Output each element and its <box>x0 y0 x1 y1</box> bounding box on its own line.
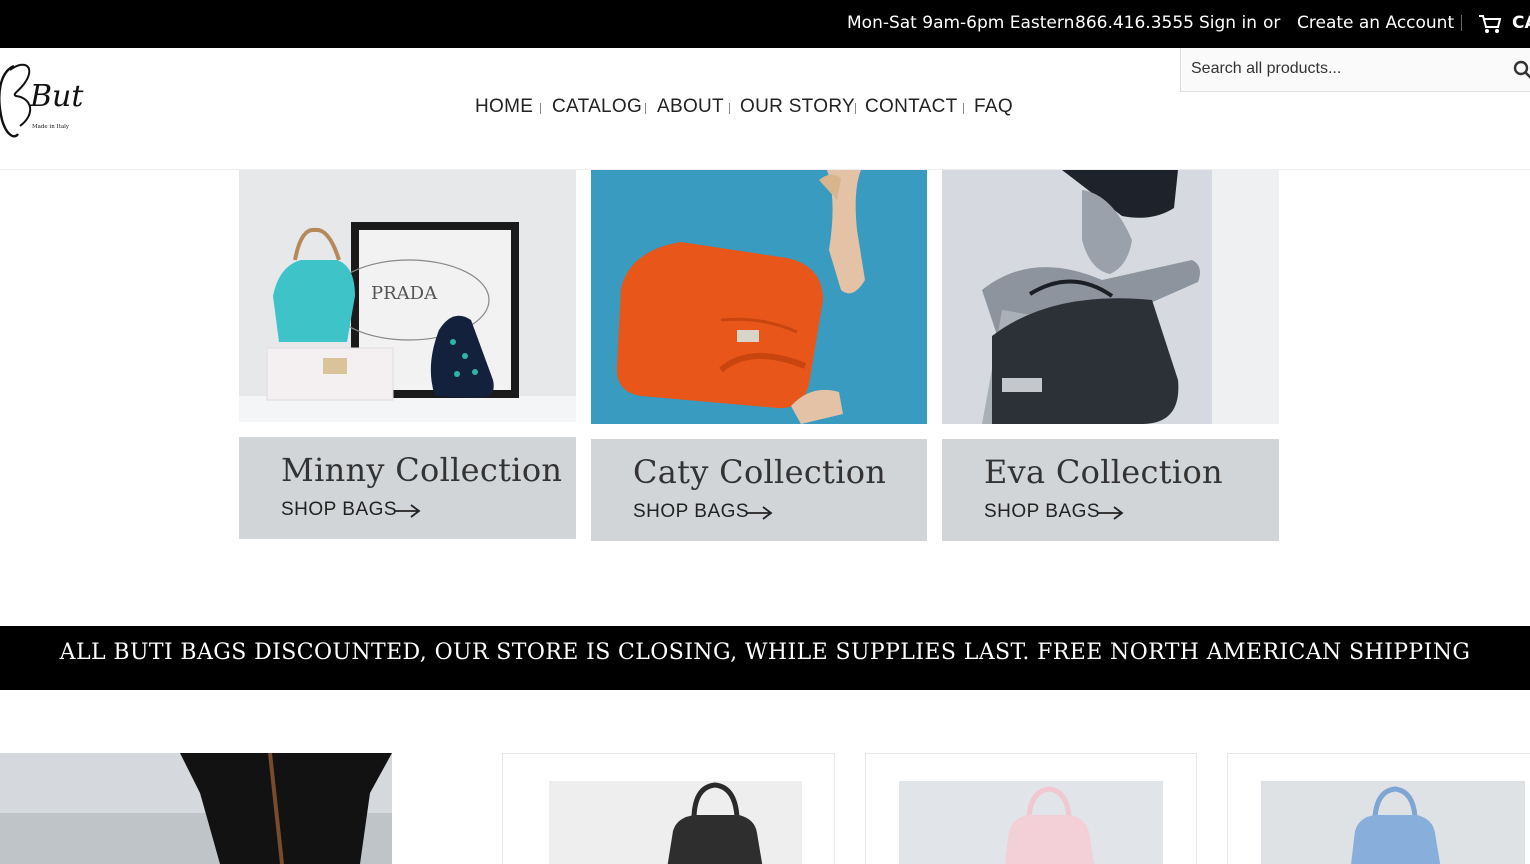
topbar-divider <box>1461 15 1462 31</box>
minny-collection-card[interactable]: Minny Collection SHOP BAGS <box>239 437 576 539</box>
nav-our-story[interactable]: OUR STORY <box>740 96 855 118</box>
nav-home[interactable]: HOME <box>475 96 533 118</box>
caty-photo <box>591 170 927 424</box>
eva-photo <box>942 170 1279 424</box>
nav-catalog[interactable]: CATALOG <box>552 96 642 118</box>
nav-divider <box>729 103 730 114</box>
product-card[interactable] <box>502 753 835 864</box>
arrow-right-icon <box>1097 506 1124 520</box>
nav-about[interactable]: ABOUT <box>657 96 724 118</box>
product-card[interactable] <box>1227 753 1530 864</box>
pink-bag-photo <box>899 781 1163 864</box>
caty-collection-title: Caty Collection <box>633 453 887 491</box>
store-hours: Mon-Sat 9am-6pm Eastern <box>847 13 1075 33</box>
nav-divider <box>963 103 964 114</box>
cart-icon <box>1479 15 1502 33</box>
eva-collection-title: Eva Collection <box>984 453 1223 491</box>
create-account-link[interactable]: Create an Account <box>1297 12 1454 34</box>
search-bar <box>1180 48 1530 92</box>
eva-collection-image[interactable] <box>942 170 1279 424</box>
product-image <box>549 781 802 864</box>
sign-in-link[interactable]: Sign in <box>1199 12 1257 34</box>
nav-faq[interactable]: FAQ <box>974 96 1013 118</box>
product-image <box>1261 781 1525 864</box>
phone-number[interactable]: 866.416.3555 <box>1075 12 1194 34</box>
svg-text:PRADA: PRADA <box>371 283 438 304</box>
search-input[interactable] <box>1191 59 1491 79</box>
black-bag-photo <box>549 781 802 864</box>
buti-logo[interactable]: Buti Made in Italy <box>0 54 93 140</box>
product-card[interactable] <box>865 753 1197 864</box>
announcement-text: ALL BUTI BAGS DISCOUNTED, OUR STORE IS C… <box>59 640 1471 665</box>
logo-mark: Buti Made in Italy <box>0 63 93 138</box>
announcement-banner: ALL BUTI BAGS DISCOUNTED, OUR STORE IS C… <box>0 626 1530 690</box>
nav-divider <box>645 103 646 114</box>
nav-contact[interactable]: CONTACT <box>865 96 958 118</box>
nav-divider <box>855 103 856 114</box>
product-image <box>899 781 1163 864</box>
minny-collection-title: Minny Collection <box>281 451 563 489</box>
blue-bag-photo <box>1261 781 1525 864</box>
arrow-right-icon <box>746 506 773 520</box>
nav-divider <box>540 103 541 114</box>
eva-collection-card[interactable]: Eva Collection SHOP BAGS <box>942 439 1279 541</box>
arrow-right-icon <box>394 504 421 518</box>
minny-shop-bags-link[interactable]: SHOP BAGS <box>281 499 397 521</box>
site-header: Buti Made in Italy HOME CATALOG ABOUT OU… <box>0 48 1530 170</box>
search-icon[interactable] <box>1513 60 1530 80</box>
minny-collection-image[interactable]: PRADA <box>239 170 576 422</box>
caty-collection-card[interactable]: Caty Collection SHOP BAGS <box>591 439 927 541</box>
logo-tagline: Made in Italy <box>32 124 70 130</box>
logo-wordmark: Buti <box>29 79 84 114</box>
lifestyle-image[interactable] <box>0 753 392 864</box>
cart-label: CART <box>1512 13 1530 33</box>
caty-shop-bags-link[interactable]: SHOP BAGS <box>633 501 749 523</box>
lifestyle-photo <box>0 753 392 864</box>
top-utility-bar: Mon-Sat 9am-6pm Eastern 866.416.3555 Sig… <box>0 0 1530 48</box>
eva-shop-bags-link[interactable]: SHOP BAGS <box>984 501 1100 523</box>
minny-photo: PRADA <box>239 170 576 422</box>
caty-collection-image[interactable] <box>591 170 927 424</box>
or-text: or <box>1263 13 1281 33</box>
